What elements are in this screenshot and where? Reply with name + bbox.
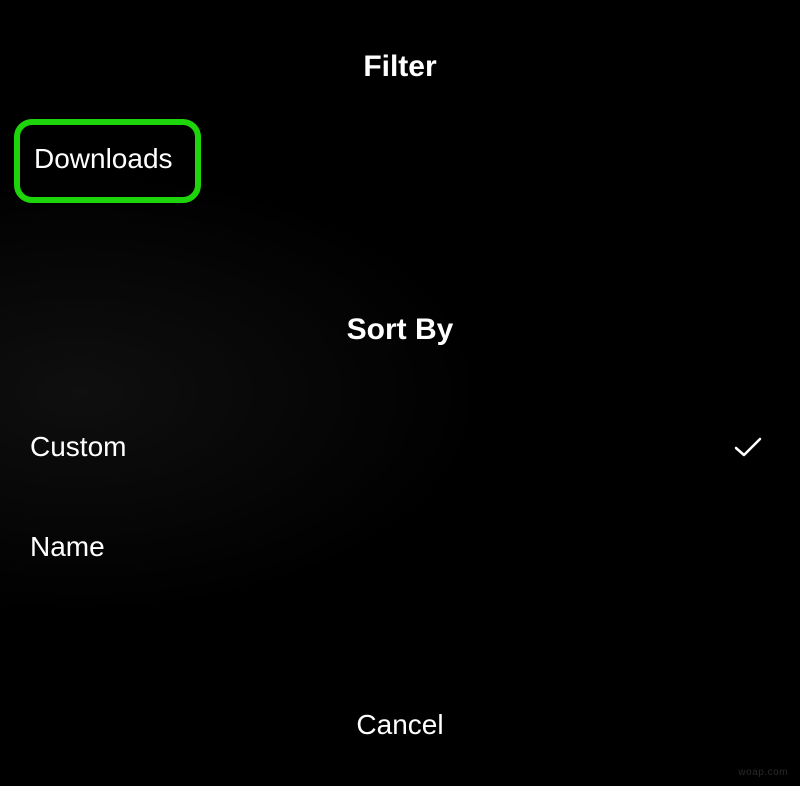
filter-section-header: Filter: [0, 50, 800, 84]
sort-option-label: Name: [30, 531, 105, 563]
filter-option-downloads[interactable]: Downloads: [14, 119, 201, 203]
sort-option-name[interactable]: Name: [0, 497, 800, 597]
filter-sort-panel: Filter Downloads Sort By Custom Name Can…: [0, 0, 800, 786]
sort-option-custom[interactable]: Custom: [0, 397, 800, 497]
filter-options-group: Downloads: [0, 119, 800, 203]
checkmark-icon: [734, 437, 762, 457]
filter-header-label: Filter: [363, 50, 436, 83]
watermark: woap.com: [738, 767, 788, 778]
filter-option-label: Downloads: [34, 143, 173, 174]
cancel-label: Cancel: [356, 709, 443, 740]
sort-option-label: Custom: [30, 431, 126, 463]
sort-section-header: Sort By: [0, 313, 800, 347]
sort-options-group: Custom Name: [0, 397, 800, 597]
cancel-button[interactable]: Cancel: [0, 709, 800, 741]
sort-header-label: Sort By: [347, 313, 454, 346]
